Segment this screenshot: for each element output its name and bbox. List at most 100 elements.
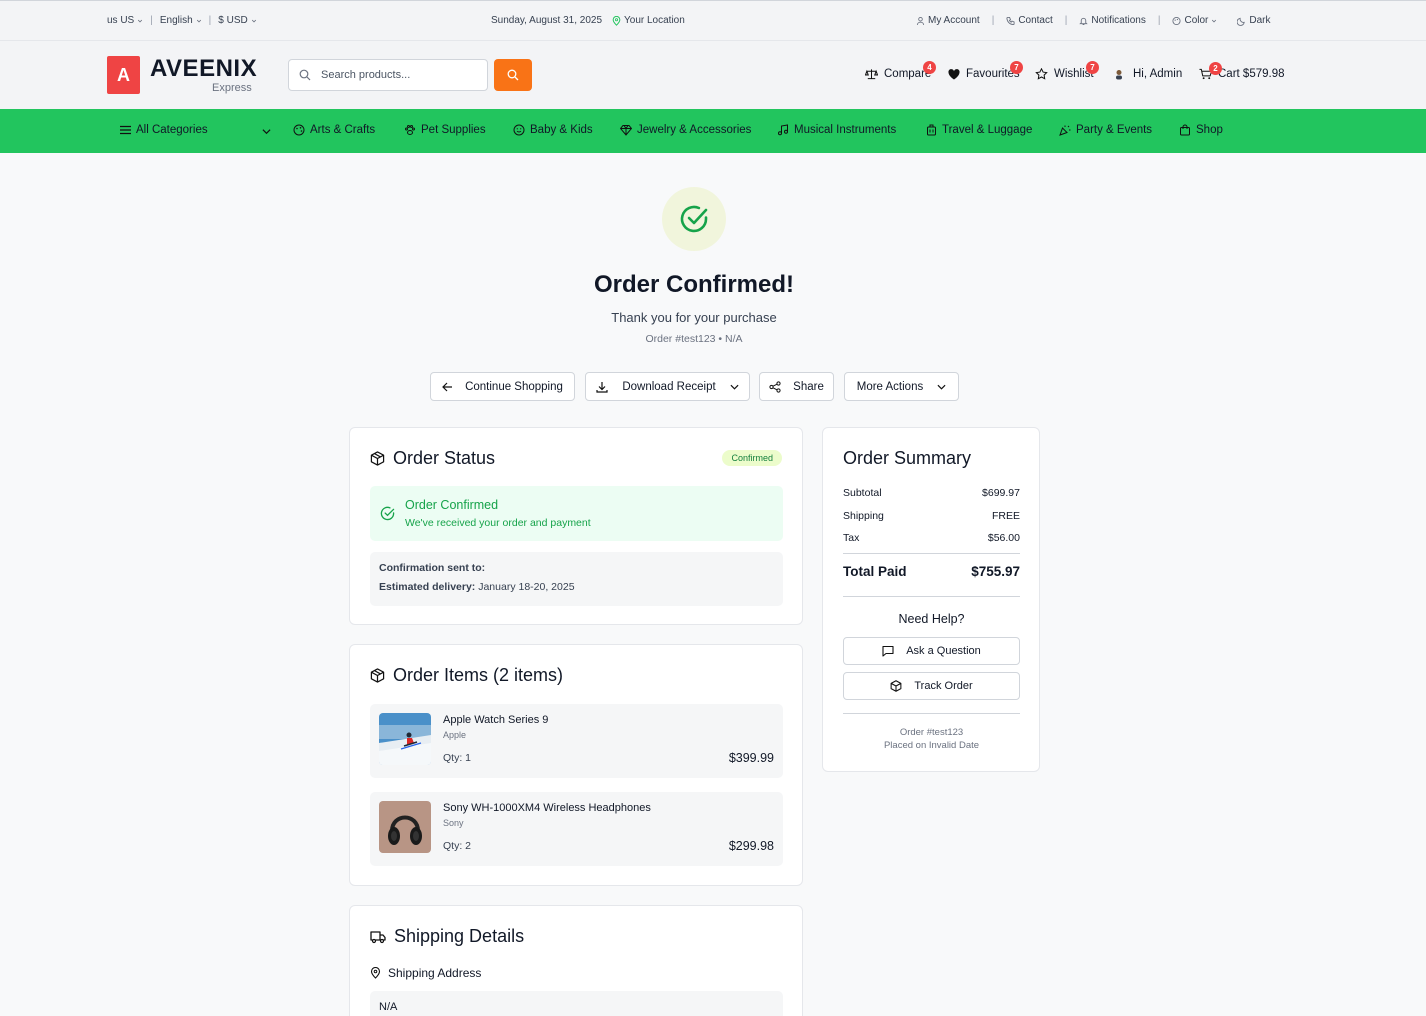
order-status-heading: Order Status <box>370 448 495 469</box>
total-row: Total Paid $755.97 <box>843 564 1020 579</box>
dark-mode-label: Dark <box>1249 15 1271 26</box>
list-item[interactable]: Apple Watch Series 9 Apple Qty: 1 $399.9… <box>370 704 783 778</box>
alert-message: We've received your order and payment <box>405 517 591 529</box>
menu-icon <box>120 125 131 135</box>
location-link[interactable]: Your Location <box>612 15 685 26</box>
share-icon <box>769 380 781 393</box>
product-image[interactable] <box>379 713 431 765</box>
contact-link[interactable]: Contact <box>1006 15 1053 26</box>
page-subtitle: Thank you for your purchase <box>611 310 777 325</box>
ask-question-button[interactable]: Ask a Question <box>843 637 1020 665</box>
category-shop[interactable]: Shop <box>1179 124 1223 136</box>
success-badge <box>662 187 726 251</box>
category-party-events[interactable]: Party & Events <box>1059 124 1152 136</box>
product-image[interactable] <box>379 801 431 853</box>
truck-icon <box>370 930 386 943</box>
category-jewelry-accessories[interactable]: Jewelry & Accessories <box>620 124 751 136</box>
search-input[interactable] <box>321 69 471 81</box>
color-selector[interactable]: Color <box>1172 15 1217 26</box>
confirmation-sent-label: Confirmation sent to: <box>379 562 486 574</box>
user-avatar-icon <box>1116 69 1122 79</box>
product-photo-headphones <box>379 801 431 853</box>
shipping-details-card: Shipping Details Shipping Address N/A <box>349 905 803 1016</box>
check-circle-icon <box>380 506 395 521</box>
all-categories-menu[interactable]: All Categories <box>120 124 208 136</box>
star-icon <box>1035 68 1048 80</box>
product-name[interactable]: Apple Watch Series 9 <box>443 714 548 726</box>
shipping-details-title: Shipping Details <box>394 926 525 946</box>
continue-shopping-button[interactable]: Continue Shopping <box>430 372 575 401</box>
delivery-info: Confirmation sent to: Estimated delivery… <box>370 552 783 606</box>
share-button[interactable]: Share <box>759 372 834 401</box>
chevron-down-icon <box>937 384 946 390</box>
product-quantity: Qty: 2 <box>443 840 472 852</box>
shipping-address-heading: Shipping Address <box>370 966 481 980</box>
subtotal-value: $699.97 <box>982 487 1020 499</box>
download-receipt-label: Download Receipt <box>622 380 716 393</box>
brand-subtitle: Express <box>212 82 252 94</box>
smile-icon <box>513 124 525 136</box>
order-summary-title: Order Summary <box>843 448 972 468</box>
divider: | <box>150 15 153 26</box>
my-account-label: My Account <box>928 15 980 26</box>
search-button[interactable] <box>494 59 532 91</box>
category-arts-crafts[interactable]: Arts & Crafts <box>293 124 375 136</box>
download-receipt-button[interactable]: Download Receipt <box>585 372 750 401</box>
divider: | <box>1157 15 1161 26</box>
brand-name[interactable]: AVEENIX <box>150 55 257 83</box>
list-item[interactable]: Sony WH-1000XM4 Wireless Headphones Sony… <box>370 792 783 866</box>
chevron-down-icon[interactable] <box>262 128 271 135</box>
category-label: Musical Instruments <box>794 124 897 136</box>
order-status-card: Order Status Confirmed Order Confirmed W… <box>349 427 803 625</box>
chevron-down-icon <box>251 19 256 22</box>
cart-count-badge: 2 <box>1209 62 1222 75</box>
location-label: Your Location <box>624 15 685 26</box>
scale-icon <box>865 69 878 80</box>
paw-icon <box>405 125 415 135</box>
category-label: Jewelry & Accessories <box>637 124 752 136</box>
track-order-button[interactable]: Track Order <box>843 672 1020 700</box>
shipping-details-heading: Shipping Details <box>370 926 524 947</box>
color-label: Color <box>1184 15 1209 26</box>
language-label: English <box>159 15 193 26</box>
map-pin-icon <box>612 15 621 26</box>
product-name[interactable]: Sony WH-1000XM4 Wireless Headphones <box>443 802 651 814</box>
more-actions-label: More Actions <box>856 380 924 393</box>
divider: | <box>991 15 995 26</box>
my-account-link[interactable]: My Account <box>916 15 980 26</box>
notifications-link[interactable]: Notifications <box>1079 15 1146 26</box>
compare-link[interactable]: Compare <box>865 68 931 80</box>
category-travel-luggage[interactable]: Travel & Luggage <box>926 124 1032 136</box>
region-selector[interactable]: us US <box>107 15 143 26</box>
order-items-card: Order Items (2 items) Apple Watch Series… <box>349 644 803 886</box>
download-icon <box>596 381 608 393</box>
top-bar: us US | English | $ USD Sunday, August 3… <box>0 0 1426 41</box>
chevron-down-icon <box>138 19 143 22</box>
logo-mark[interactable]: A <box>107 56 140 94</box>
favourites-link[interactable]: Favourites <box>948 68 1020 80</box>
avatar <box>1114 69 1124 80</box>
tax-row: Tax $56.00 <box>843 532 1020 544</box>
category-pet-supplies[interactable]: Pet Supplies <box>404 124 486 136</box>
gem-icon <box>620 125 632 136</box>
user-menu[interactable]: Hi, Admin <box>1114 68 1182 80</box>
dark-mode-toggle[interactable]: Dark <box>1237 15 1271 26</box>
notifications-label: Notifications <box>1091 15 1146 26</box>
language-selector[interactable]: English <box>160 15 202 26</box>
wishlist-link[interactable]: Wishlist <box>1035 68 1094 80</box>
category-label: Shop <box>1196 124 1223 136</box>
ask-question-label: Ask a Question <box>906 645 981 657</box>
category-musical-instruments[interactable]: Musical Instruments <box>777 124 896 136</box>
currency-selector[interactable]: $ USD <box>218 15 256 26</box>
order-reference: Order #test123 • N/A <box>645 333 743 345</box>
divider: | <box>208 15 212 26</box>
cart-total-label: Cart $579.98 <box>1218 68 1285 80</box>
category-baby-kids[interactable]: Baby & Kids <box>513 124 593 136</box>
confirmation-alert: Order Confirmed We've received your orde… <box>370 486 783 541</box>
search-box <box>288 59 488 91</box>
status-badge: Confirmed <box>722 450 782 466</box>
order-items-heading: Order Items (2 items) <box>370 665 563 686</box>
shipping-label: Shipping <box>843 510 884 522</box>
divider <box>843 596 1020 597</box>
more-actions-button[interactable]: More Actions <box>844 372 959 401</box>
